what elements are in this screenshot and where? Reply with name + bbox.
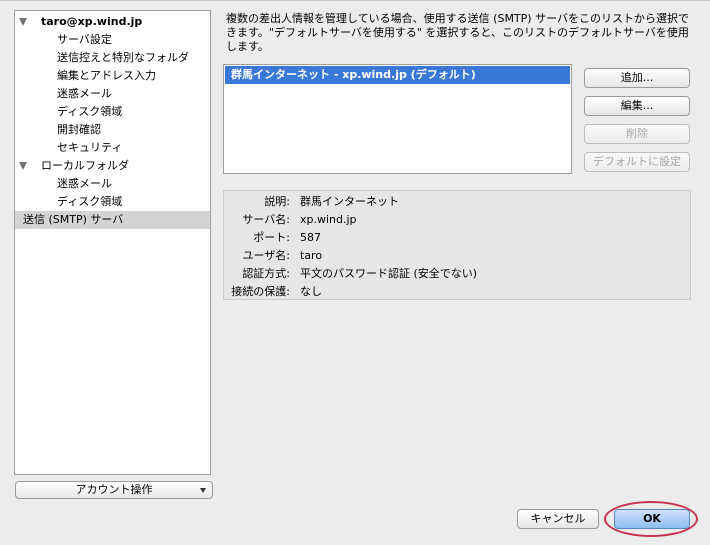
detail-row-description: 説明: 群馬インターネット <box>224 193 690 211</box>
tree-item-local-disk-space[interactable]: ディスク領域 <box>15 193 210 211</box>
detail-port-value: 587 <box>300 231 321 244</box>
detail-user-value: taro <box>300 249 323 262</box>
detail-port-label: ポート: <box>253 231 290 244</box>
tree-local-label: ローカルフォルダ <box>41 159 129 172</box>
window-top-edge <box>0 0 710 3</box>
account-actions-label: アカウント操作 <box>75 483 153 496</box>
cancel-button[interactable]: キャンセル <box>517 509 599 529</box>
tree-account[interactable]: taro@xp.wind.jp <box>15 13 210 31</box>
detail-security-value: なし <box>300 285 322 298</box>
tree-item-copies-folders[interactable]: 送信控えと特別なフォルダ <box>15 49 210 67</box>
detail-user-label: ユーザ名: <box>242 249 291 262</box>
detail-server-label: サーバ名: <box>242 213 290 226</box>
delete-server-button[interactable]: 削除 <box>584 124 690 144</box>
tree-item-local-junk[interactable]: 迷惑メール <box>15 175 210 193</box>
smtp-description: 複数の差出人情報を管理している場合、使用する送信 (SMTP) サーバをこのリス… <box>226 12 689 53</box>
server-details-panel: 説明: 群馬インターネット サーバ名: xp.wind.jp ポート: 587 … <box>223 190 691 300</box>
tree-account-label: taro@xp.wind.jp <box>41 15 143 28</box>
account-tree[interactable]: taro@xp.wind.jp サーバ設定 送信控えと特別なフォルダ 編集とアド… <box>14 10 211 475</box>
tree-item-security[interactable]: セキュリティ <box>15 139 210 157</box>
tree-item-junk[interactable]: 迷惑メール <box>15 85 210 103</box>
disclosure-triangle-icon[interactable] <box>19 162 27 170</box>
detail-row-user: ユーザ名: taro <box>224 247 690 265</box>
tree-item-return-receipts[interactable]: 開封確認 <box>15 121 210 139</box>
account-actions-popup[interactable]: アカウント操作 <box>15 481 213 499</box>
detail-row-port: ポート: 587 <box>224 229 690 247</box>
tree-item-server-settings[interactable]: サーバ設定 <box>15 31 210 49</box>
disclosure-triangle-icon[interactable] <box>19 18 27 26</box>
tree-local-folders[interactable]: ローカルフォルダ <box>15 157 210 175</box>
detail-row-server: サーバ名: xp.wind.jp <box>224 211 690 229</box>
smtp-server-list[interactable]: 群馬インターネット - xp.wind.jp (デフォルト) <box>223 64 572 174</box>
chevron-down-icon <box>200 488 206 493</box>
ok-highlight-ring <box>604 501 698 537</box>
tree-item-disk-space[interactable]: ディスク領域 <box>15 103 210 121</box>
detail-auth-value: 平文のパスワード認証 (安全でない) <box>300 267 478 280</box>
tree-smtp-label: 送信 (SMTP) サーバ <box>23 213 124 226</box>
detail-server-value: xp.wind.jp <box>300 213 357 226</box>
tree-item-smtp[interactable]: 送信 (SMTP) サーバ <box>15 211 210 229</box>
detail-description-label: 説明: <box>264 195 290 208</box>
edit-server-button[interactable]: 編集... <box>584 96 690 116</box>
tree-item-composition[interactable]: 編集とアドレス入力 <box>15 67 210 85</box>
add-server-button[interactable]: 追加... <box>584 68 690 88</box>
detail-description-value: 群馬インターネット <box>300 195 399 208</box>
server-list-item-selected[interactable]: 群馬インターネット - xp.wind.jp (デフォルト) <box>225 66 570 84</box>
detail-row-auth: 認証方式: 平文のパスワード認証 (安全でない) <box>224 265 690 283</box>
set-default-button[interactable]: デフォルトに設定 <box>584 152 690 172</box>
detail-row-security: 接続の保護: なし <box>224 283 690 301</box>
detail-auth-label: 認証方式: <box>242 267 290 280</box>
detail-security-label: 接続の保護: <box>231 285 290 298</box>
